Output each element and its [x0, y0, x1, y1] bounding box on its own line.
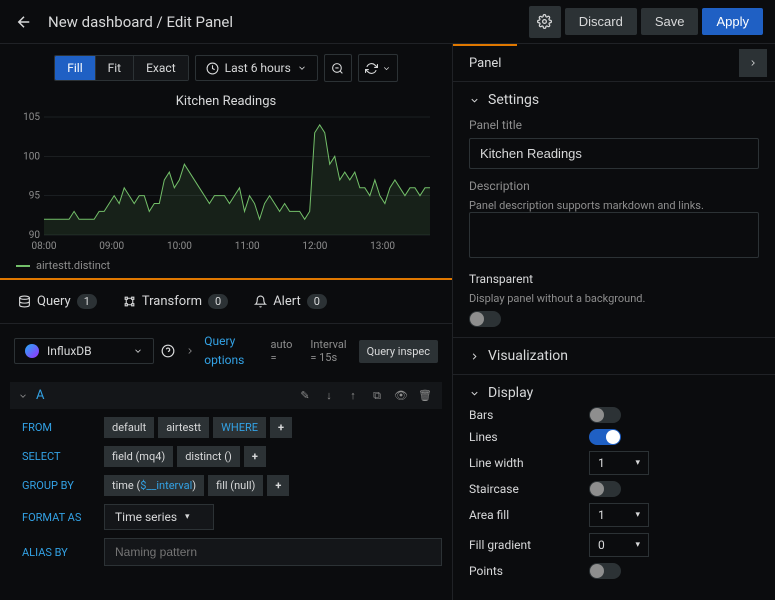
groupby-fill[interactable]: fill (null)	[208, 475, 263, 496]
panel-tab[interactable]: Panel	[453, 44, 517, 81]
tab-transform[interactable]: Transform 0	[119, 288, 232, 315]
help-button[interactable]	[160, 340, 176, 362]
svg-text:13:00: 13:00	[370, 241, 395, 252]
breadcrumb: New dashboard / Edit Panel	[48, 13, 517, 31]
chart-legend: airtestt.distinct	[16, 259, 436, 272]
chevron-down-icon	[469, 95, 480, 106]
apply-button[interactable]: Apply	[702, 8, 763, 35]
time-range-label: Last 6 hours	[225, 61, 291, 75]
query-options-link[interactable]: Query options	[204, 332, 258, 370]
exact-button[interactable]: Exact	[134, 56, 188, 80]
svg-text:95: 95	[29, 191, 41, 202]
svg-text:09:00: 09:00	[99, 241, 124, 252]
move-down-icon[interactable]: ↓	[320, 389, 338, 403]
legend-swatch	[16, 265, 30, 267]
fill-button[interactable]: Fill	[55, 56, 95, 80]
lines-toggle[interactable]	[589, 429, 621, 445]
time-range-picker[interactable]: Last 6 hours	[195, 55, 318, 81]
chart-plot: 90 95 100 105 08:00 09:00 10:00 11:00 12:00 13:00	[12, 113, 440, 253]
svg-text:100: 100	[23, 151, 40, 162]
tab-query[interactable]: Query 1	[14, 288, 101, 315]
move-up-icon[interactable]: ↑	[344, 389, 362, 403]
discard-button[interactable]: Discard	[565, 8, 637, 35]
display-section-header[interactable]: Display	[469, 385, 759, 401]
expand-button[interactable]	[182, 340, 198, 362]
query-letter: A	[36, 388, 44, 403]
chevron-down-icon[interactable]	[18, 391, 28, 401]
query-inspector-button[interactable]: Query inspec	[359, 340, 438, 363]
svg-text:08:00: 08:00	[32, 241, 57, 252]
edit-icon[interactable]: ✎	[296, 389, 314, 403]
bell-icon	[254, 295, 267, 308]
svg-text:105: 105	[23, 112, 40, 123]
svg-text:12:00: 12:00	[302, 241, 327, 252]
chevron-right-icon	[469, 351, 480, 362]
settings-button[interactable]	[529, 6, 561, 38]
view-mode-group: Fill Fit Exact	[54, 55, 188, 81]
svg-text:11:00: 11:00	[235, 241, 260, 252]
duplicate-icon[interactable]: ⧉	[368, 389, 386, 403]
back-button[interactable]	[12, 10, 36, 34]
line-width-select[interactable]: 1▾	[589, 451, 649, 475]
database-icon	[18, 295, 31, 308]
fill-gradient-select[interactable]: 0▾	[589, 533, 649, 557]
tab-alert[interactable]: Alert 0	[250, 288, 331, 315]
datasource-select[interactable]: InfluxDB	[14, 338, 154, 364]
transform-icon	[123, 295, 136, 308]
svg-text:10:00: 10:00	[167, 241, 192, 252]
chevron-down-icon	[469, 388, 480, 399]
select-agg[interactable]: distinct ()	[177, 446, 240, 467]
add-where-button[interactable]: +	[270, 417, 292, 438]
groupby-time[interactable]: time ($__interval)	[104, 475, 204, 496]
chevron-down-icon	[297, 63, 307, 73]
format-select[interactable]: Time series ▾	[104, 504, 214, 530]
alias-input[interactable]	[104, 538, 442, 566]
chevron-down-icon	[382, 64, 391, 73]
add-select-button[interactable]: +	[244, 446, 266, 467]
panel-title-input[interactable]	[469, 138, 759, 169]
bars-toggle[interactable]	[589, 407, 621, 423]
chart-title: Kitchen Readings	[12, 94, 440, 109]
chevron-down-icon	[133, 346, 143, 356]
refresh-button[interactable]	[358, 54, 398, 82]
area-fill-select[interactable]: 1▾	[589, 503, 649, 527]
legend-label: airtestt.distinct	[36, 259, 110, 272]
where-keyword[interactable]: WHERE	[213, 417, 266, 438]
zoom-out-button[interactable]	[324, 54, 352, 82]
points-toggle[interactable]	[589, 563, 621, 579]
staircase-toggle[interactable]	[589, 481, 621, 497]
description-input[interactable]	[469, 212, 759, 258]
save-button[interactable]: Save	[641, 8, 699, 35]
influxdb-icon	[25, 344, 39, 358]
trash-icon[interactable]: 🗑	[416, 389, 434, 403]
visibility-icon[interactable]: 👁	[392, 389, 410, 403]
select-field[interactable]: field (mq4)	[104, 446, 173, 467]
svg-text:90: 90	[29, 230, 41, 241]
settings-section-header[interactable]: Settings	[469, 92, 759, 108]
fit-button[interactable]: Fit	[96, 56, 134, 80]
collapse-sidebar-button[interactable]	[739, 49, 767, 77]
transparent-toggle[interactable]	[469, 311, 501, 327]
from-default[interactable]: default	[104, 417, 154, 438]
from-table[interactable]: airtestt	[158, 417, 209, 438]
visualization-section-header[interactable]: Visualization	[469, 348, 759, 364]
add-groupby-button[interactable]: +	[267, 475, 289, 496]
